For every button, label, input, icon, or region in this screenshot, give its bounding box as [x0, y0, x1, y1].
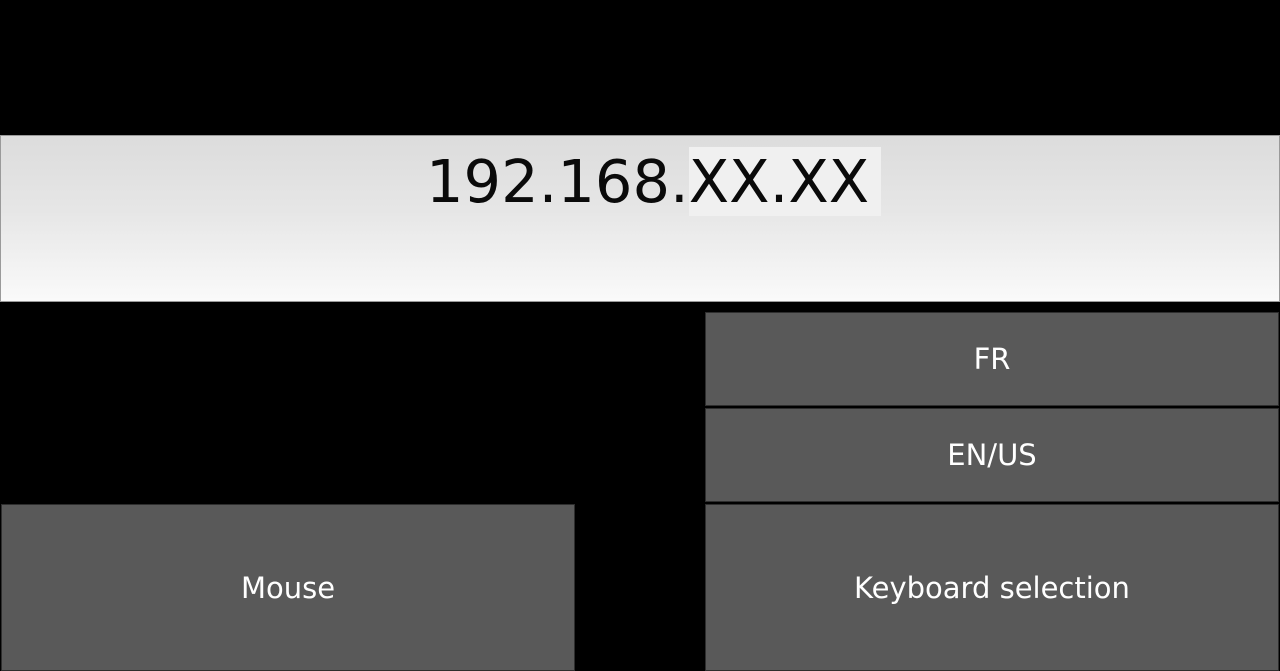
ip-address-prefix: 192.168.: [426, 146, 689, 216]
layout-fr-label: FR: [973, 342, 1011, 376]
keyboard-selection-label: Keyboard selection: [854, 570, 1130, 605]
mouse-label: Mouse: [240, 570, 336, 605]
remote-control-screen: 192.168. XX.XX FR EN/US Keyboard selectio…: [0, 0, 1280, 671]
layout-en-us-button[interactable]: EN/US: [705, 408, 1279, 502]
layout-en-us-label: EN/US: [947, 438, 1037, 472]
mouse-button[interactable]: Mouse: [1, 504, 575, 671]
ip-address-text: 192.168. XX.XX: [426, 146, 882, 216]
ip-address-masked-suffix: XX.XX: [688, 146, 882, 216]
keyboard-selection-button[interactable]: Keyboard selection: [705, 504, 1279, 671]
layout-fr-button[interactable]: FR: [705, 312, 1279, 406]
